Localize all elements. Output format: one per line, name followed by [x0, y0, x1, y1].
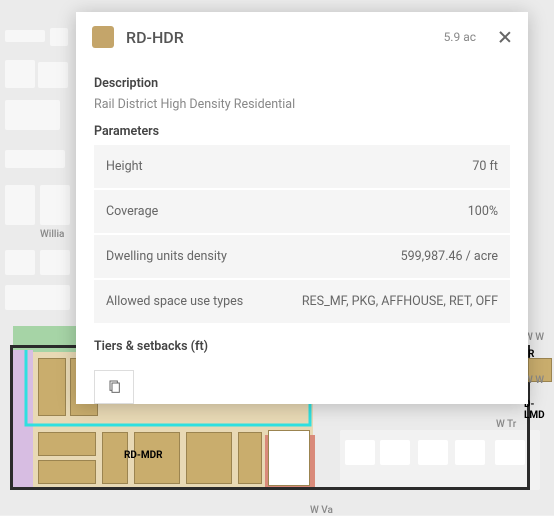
feature-popup: RD-HDR 5.9 ac Description Rail District … [76, 12, 528, 404]
param-label: Allowed space use types [106, 294, 243, 309]
param-label: Dwelling units density [106, 249, 227, 264]
param-value: 100% [468, 204, 498, 219]
param-label: Height [106, 159, 143, 174]
popup-body: Description Rail District High Density R… [76, 60, 528, 404]
zone-label-r: R [528, 349, 534, 360]
road-label: Willia [40, 229, 64, 240]
parameters-label: Parameters [94, 124, 510, 139]
zone-label-rd-mdr: RD-MDR [124, 450, 163, 461]
description-label: Description [94, 76, 510, 91]
param-row: Coverage 100% [94, 190, 510, 235]
zone-color-swatch [92, 26, 114, 48]
tiers-setbacks-label: Tiers & setbacks (ft) [94, 339, 510, 354]
param-value: RES_MF, PKG, AFFHOUSE, RET, OFF [302, 294, 498, 309]
pages-icon [106, 379, 122, 395]
param-label: Coverage [106, 204, 158, 219]
popup-title: RD-HDR [126, 28, 432, 47]
road-label: W Tr [496, 419, 516, 430]
param-value: 70 ft [472, 159, 498, 174]
param-row: Height 70 ft [94, 145, 510, 190]
road-label: W Va [310, 505, 333, 516]
description-text: Rail District High Density Residential [94, 97, 510, 112]
popup-area-value: 5.9 ac [444, 30, 476, 44]
close-icon[interactable] [498, 30, 512, 44]
param-row: Allowed space use types RES_MF, PKG, AFF… [94, 280, 510, 325]
param-row: Dwelling units density 599,987.46 / acre [94, 235, 510, 280]
zone-label-d-lmd: D-LMD [524, 399, 554, 421]
param-value: 599,987.46 / acre [401, 249, 498, 264]
popup-header: RD-HDR 5.9 ac [76, 12, 528, 60]
copy-sheet-button[interactable] [94, 370, 134, 404]
